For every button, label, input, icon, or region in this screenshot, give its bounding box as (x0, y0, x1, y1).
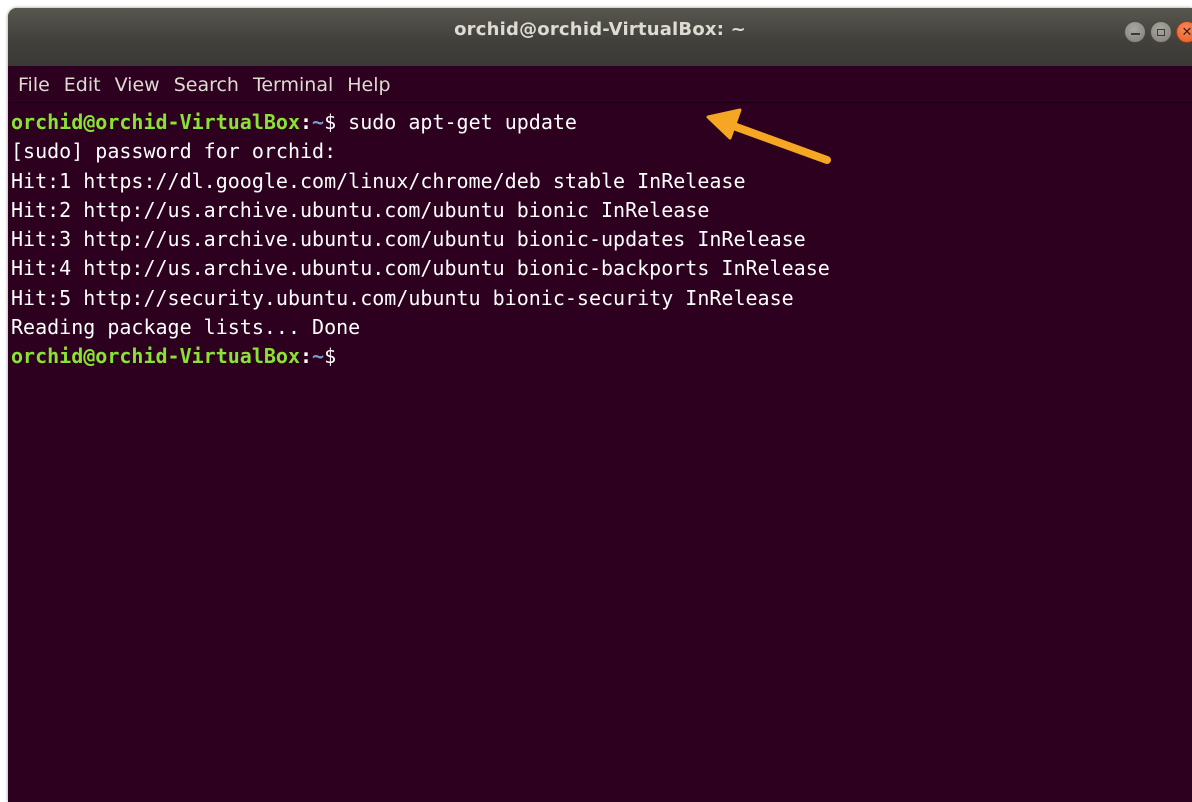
menu-search[interactable]: Search (167, 69, 246, 97)
command-text: sudo apt-get update (348, 110, 577, 134)
close-icon: ✕ (1181, 24, 1192, 40)
output-line: Reading package lists... Done (11, 315, 361, 340)
menu-view[interactable]: View (108, 69, 167, 97)
terminal-window: orchid@orchid-VirtualBox: ~ ✕ File Edit … (8, 8, 1192, 802)
output-line: [sudo] password for orchid: (11, 139, 337, 164)
output-line: Hit:1 https://dl.google.com/linux/chrome… (11, 168, 746, 193)
final-prompt-line: orchid@orchid-VirtualBox:~$ (11, 342, 1192, 371)
close-button[interactable]: ✕ (1176, 21, 1192, 43)
command-line: orchid@orchid-VirtualBox:~$ sudo apt-get… (11, 108, 1192, 137)
maximize-icon (1157, 28, 1165, 36)
title-bar[interactable]: orchid@orchid-VirtualBox: ~ ✕ (8, 8, 1192, 66)
prompt-separator: : (299, 344, 313, 369)
maximize-button[interactable] (1150, 21, 1172, 43)
window-title: orchid@orchid-VirtualBox: ~ (454, 19, 746, 40)
prompt-user: orchid@orchid-VirtualBox (11, 344, 300, 369)
output-line: Hit:5 http://security.ubuntu.com/ubuntu … (11, 285, 794, 310)
prompt-path: ~ (312, 110, 325, 134)
minimize-icon (1130, 33, 1140, 35)
menu-file[interactable]: File (18, 69, 57, 97)
minimize-button[interactable] (1124, 21, 1146, 43)
window-controls: ✕ (1124, 21, 1192, 43)
prompt-separator: : (299, 110, 313, 134)
menu-edit[interactable]: Edit (57, 69, 108, 97)
output-line: Hit:3 http://us.archive.ubuntu.com/ubunt… (11, 227, 806, 252)
output-line: Hit:2 http://us.archive.ubuntu.com/ubunt… (11, 197, 710, 222)
terminal-output-area[interactable]: orchid@orchid-VirtualBox:~$ sudo apt-get… (8, 102, 1192, 802)
prompt-symbol: $ (324, 344, 337, 369)
menu-bar: File Edit View Search Terminal Help (18, 69, 398, 97)
menu-help[interactable]: Help (340, 69, 397, 97)
menu-terminal[interactable]: Terminal (246, 69, 340, 97)
prompt-path: ~ (312, 344, 325, 369)
output-line: Hit:4 http://us.archive.ubuntu.com/ubunt… (11, 256, 830, 281)
prompt-symbol: $ (324, 110, 349, 134)
prompt-user: orchid@orchid-VirtualBox (11, 110, 300, 134)
